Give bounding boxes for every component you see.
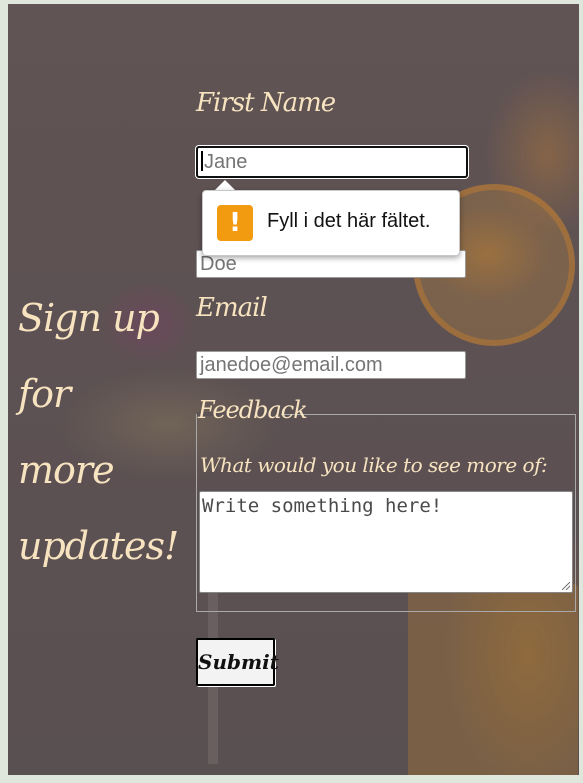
first-name-label: First Name [196, 88, 336, 118]
email-input[interactable]: janedoe@email.com [196, 351, 466, 379]
feedback-placeholder: Write something here! [202, 495, 443, 517]
warning-icon: ! [217, 205, 253, 241]
last-name-placeholder: Doe [200, 253, 237, 275]
feedback-textarea[interactable]: Write something here! [199, 491, 573, 593]
email-placeholder: janedoe@email.com [200, 354, 383, 376]
feedback-question-label: What would you like to see more of: [200, 453, 548, 477]
heading-line-2: more [18, 448, 115, 492]
heading-line-3: updates! [18, 524, 179, 568]
resize-handle-icon[interactable] [562, 582, 570, 590]
feedback-legend: Feedback [198, 396, 308, 424]
email-label: Email [196, 293, 268, 323]
heading-line-1: Sign up for [18, 296, 160, 416]
submit-button[interactable]: Submit [196, 638, 279, 686]
first-name-value: Jane [204, 151, 248, 173]
signup-heading: Sign up for more updates! [18, 280, 198, 584]
validation-message: Fyll i det här fältet. [267, 210, 431, 232]
validation-tooltip: ! Fyll i det här fältet. [202, 190, 460, 256]
first-name-input[interactable]: Jane [196, 146, 468, 178]
text-caret [201, 151, 203, 171]
